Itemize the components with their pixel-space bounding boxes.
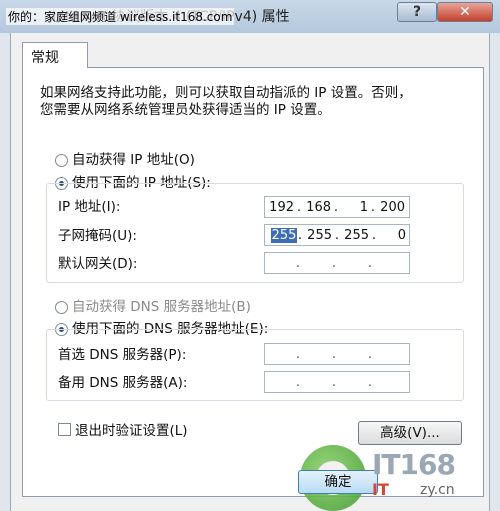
- octet-4: 0: [397, 227, 406, 243]
- auto-dns-label: 自动获得 DNS 服务器地址(B): [72, 299, 251, 315]
- validate-settings-label: 退出时验证设置(L): [75, 423, 188, 439]
- gateway-input[interactable]: ...: [264, 252, 410, 274]
- octet-2: 255: [307, 227, 332, 243]
- ip-address-label: IP 地址(I):: [58, 199, 121, 215]
- octet-4: 200: [380, 199, 405, 215]
- brand-text-c: zy.cn: [420, 482, 455, 498]
- title-bar: Internet 协议版本 4 (TCP/IPv4) 属性 你的：家庭组网频道 …: [0, 0, 500, 33]
- ok-button[interactable]: 确定: [298, 470, 378, 494]
- auto-ip-label: 自动获得 IP 地址(O): [72, 152, 195, 168]
- checkbox-icon: [58, 422, 71, 436]
- description-line-2: 您需要从网络系统管理员处获得适当的 IP 设置。: [40, 102, 331, 118]
- auto-ip-radio[interactable]: 自动获得 IP 地址(O): [55, 151, 195, 169]
- octet-1: 192: [269, 199, 294, 215]
- watermark-text: 你的：家庭组网频道 wireless.it168.com: [6, 8, 235, 25]
- description-line-1: 如果网络支持此功能，则可以获取自动指派的 IP 设置。否则，: [40, 85, 412, 101]
- close-button[interactable]: ✕: [437, 2, 493, 22]
- subnet-mask-label: 子网掩码(U):: [58, 228, 137, 244]
- octet-3: 255: [344, 227, 369, 243]
- tab-general[interactable]: 常规: [22, 42, 88, 68]
- validate-settings-checkbox[interactable]: 退出时验证设置(L): [58, 420, 188, 439]
- brand-watermark: IT168 IT zy.cn: [372, 448, 500, 508]
- auto-dns-radio[interactable]: 自动获得 DNS 服务器地址(B): [55, 298, 251, 316]
- radio-unchecked-icon: [55, 153, 68, 167]
- octet-1: 255: [271, 227, 297, 243]
- ip-address-input[interactable]: 192. 168. 1. 200: [264, 196, 410, 218]
- alternate-dns-input[interactable]: ...: [264, 371, 410, 393]
- alternate-dns-label: 备用 DNS 服务器(A):: [58, 375, 188, 391]
- gateway-label: 默认网关(D):: [58, 256, 138, 272]
- advanced-button[interactable]: 高级(V)...: [358, 421, 462, 445]
- help-button[interactable]: ?: [397, 2, 437, 22]
- brand-text-b: IT: [372, 480, 389, 499]
- description-text: 如果网络支持此功能，则可以获取自动指派的 IP 设置。否则， 您需要从网络系统管…: [40, 85, 450, 119]
- preferred-dns-input[interactable]: ...: [264, 343, 410, 365]
- subnet-mask-input[interactable]: 255. 255. 255. 0: [264, 224, 410, 246]
- octet-2: 168: [306, 199, 331, 215]
- octet-3: 1: [359, 199, 368, 215]
- brand-text-a: IT168: [372, 448, 456, 481]
- preferred-dns-label: 首选 DNS 服务器(P):: [58, 347, 187, 363]
- radio-unchecked-icon: [55, 300, 68, 314]
